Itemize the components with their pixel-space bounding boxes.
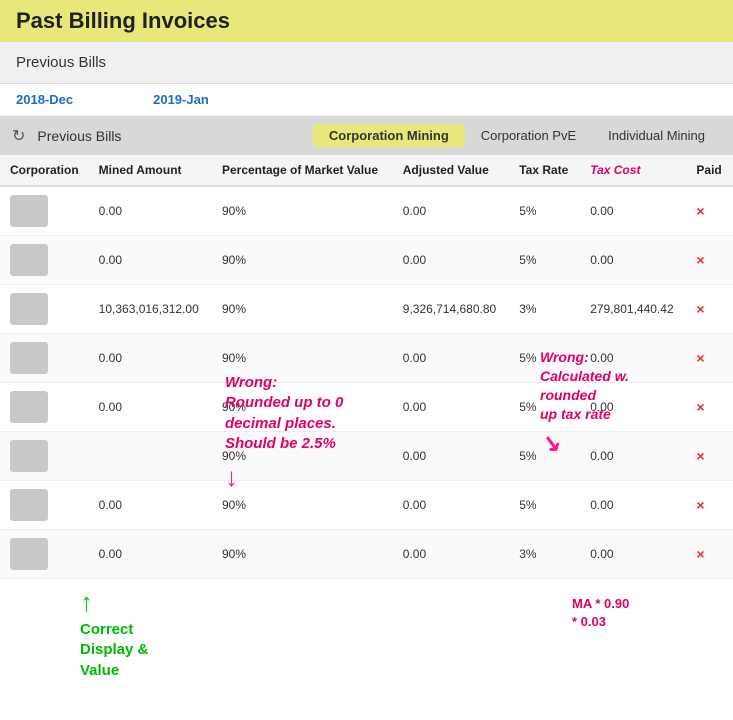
- cell-tax-rate: 5%: [509, 432, 580, 481]
- cell-mined-amount: [89, 432, 212, 481]
- cell-percentage: 90%: [212, 530, 393, 579]
- cell-delete[interactable]: ×: [686, 530, 733, 579]
- cell-tax-rate: 3%: [509, 285, 580, 334]
- cell-avatar: [0, 481, 89, 530]
- col-header-percentage: Percentage of Market Value: [212, 155, 393, 186]
- section-header-bar: ↻ Previous Bills Corporation Mining Corp…: [0, 116, 733, 155]
- annotation-formula: MA * 0.90* 0.03: [572, 595, 629, 631]
- cell-delete[interactable]: ×: [686, 285, 733, 334]
- cell-tax-cost: 0.00: [580, 334, 686, 383]
- cell-mined-amount: 0.00: [89, 186, 212, 236]
- table-row: 0.00 90% 0.00 5% 0.00 ×: [0, 236, 733, 285]
- cell-tax-cost: 0.00: [580, 186, 686, 236]
- cell-adjusted-value: 0.00: [393, 432, 509, 481]
- cell-tax-rate: 5%: [509, 236, 580, 285]
- table-row: 0.00 90% 0.00 5% 0.00 ×: [0, 481, 733, 530]
- date-tab-dec[interactable]: 2018-Dec: [16, 92, 73, 107]
- col-header-corporation: Corporation: [0, 155, 89, 186]
- cell-avatar: [0, 383, 89, 432]
- annotation-correct: ↑ CorrectDisplay &Value: [80, 585, 148, 681]
- cell-adjusted-value: 0.00: [393, 530, 509, 579]
- cell-adjusted-value: 0.00: [393, 481, 509, 530]
- table-row: 0.00 90% 0.00 5% 0.00 ×: [0, 383, 733, 432]
- invoices-table: Corporation Mined Amount Percentage of M…: [0, 155, 733, 579]
- tab-corporation-pve[interactable]: Corporation PvE: [465, 124, 592, 147]
- undo-icon: ↻: [12, 126, 25, 146]
- cell-delete[interactable]: ×: [686, 186, 733, 236]
- col-header-tax-rate: Tax Rate: [509, 155, 580, 186]
- cell-adjusted-value: 0.00: [393, 334, 509, 383]
- cell-percentage: 90%: [212, 432, 393, 481]
- table-row: 0.00 90% 0.00 3% 0.00 ×: [0, 530, 733, 579]
- cell-tax-cost: 0.00: [580, 481, 686, 530]
- cell-adjusted-value: 9,326,714,680.80: [393, 285, 509, 334]
- cell-delete[interactable]: ×: [686, 481, 733, 530]
- col-header-tax-cost: Tax Cost: [580, 155, 686, 186]
- cell-tax-rate: 5%: [509, 481, 580, 530]
- section-tabs: Corporation Mining Corporation PvE Indiv…: [313, 124, 721, 147]
- cell-mined-amount: 0.00: [89, 383, 212, 432]
- table-row: 90% 0.00 5% 0.00 ×: [0, 432, 733, 481]
- tab-individual-mining[interactable]: Individual Mining: [592, 124, 721, 147]
- page-title: Past Billing Invoices: [0, 0, 733, 42]
- col-header-paid: Paid: [686, 155, 733, 186]
- cell-tax-cost: 0.00: [580, 432, 686, 481]
- table-row: 10,363,016,312.00 90% 9,326,714,680.80 3…: [0, 285, 733, 334]
- date-tabs-bar: 2018-Dec 2019-Jan: [0, 84, 733, 116]
- cell-avatar: [0, 236, 89, 285]
- date-tab-jan[interactable]: 2019-Jan: [153, 92, 209, 107]
- tab-corporation-mining[interactable]: Corporation Mining: [313, 124, 465, 147]
- table-row: 0.00 90% 0.00 5% 0.00 ×: [0, 186, 733, 236]
- prev-bills-header-top: Previous Bills: [0, 42, 733, 84]
- cell-avatar: [0, 186, 89, 236]
- cell-mined-amount: 0.00: [89, 236, 212, 285]
- col-header-mined-amount: Mined Amount: [89, 155, 212, 186]
- cell-avatar: [0, 334, 89, 383]
- col-header-adjusted-value: Adjusted Value: [393, 155, 509, 186]
- table-row: 0.00 90% 0.00 5% 0.00 ×: [0, 334, 733, 383]
- cell-avatar: [0, 285, 89, 334]
- section-header-title: Previous Bills: [37, 128, 121, 144]
- cell-mined-amount: 0.00: [89, 334, 212, 383]
- cell-adjusted-value: 0.00: [393, 186, 509, 236]
- cell-tax-rate: 5%: [509, 383, 580, 432]
- cell-delete[interactable]: ×: [686, 334, 733, 383]
- cell-avatar: [0, 432, 89, 481]
- cell-tax-rate: 3%: [509, 530, 580, 579]
- cell-percentage: 90%: [212, 236, 393, 285]
- cell-mined-amount: 0.00: [89, 481, 212, 530]
- cell-adjusted-value: 0.00: [393, 383, 509, 432]
- cell-tax-cost: 279,801,440.42: [580, 285, 686, 334]
- cell-percentage: 90%: [212, 481, 393, 530]
- cell-delete[interactable]: ×: [686, 236, 733, 285]
- cell-tax-rate: 5%: [509, 334, 580, 383]
- cell-tax-cost: 0.00: [580, 383, 686, 432]
- cell-delete[interactable]: ×: [686, 383, 733, 432]
- cell-percentage: 90%: [212, 383, 393, 432]
- cell-tax-rate: 5%: [509, 186, 580, 236]
- cell-tax-cost: 0.00: [580, 530, 686, 579]
- cell-percentage: 90%: [212, 186, 393, 236]
- cell-percentage: 90%: [212, 285, 393, 334]
- cell-percentage: 90%: [212, 334, 393, 383]
- cell-mined-amount: 10,363,016,312.00: [89, 285, 212, 334]
- cell-mined-amount: 0.00: [89, 530, 212, 579]
- cell-adjusted-value: 0.00: [393, 236, 509, 285]
- cell-avatar: [0, 530, 89, 579]
- invoices-table-container: Corporation Mined Amount Percentage of M…: [0, 155, 733, 579]
- cell-delete[interactable]: ×: [686, 432, 733, 481]
- cell-tax-cost: 0.00: [580, 236, 686, 285]
